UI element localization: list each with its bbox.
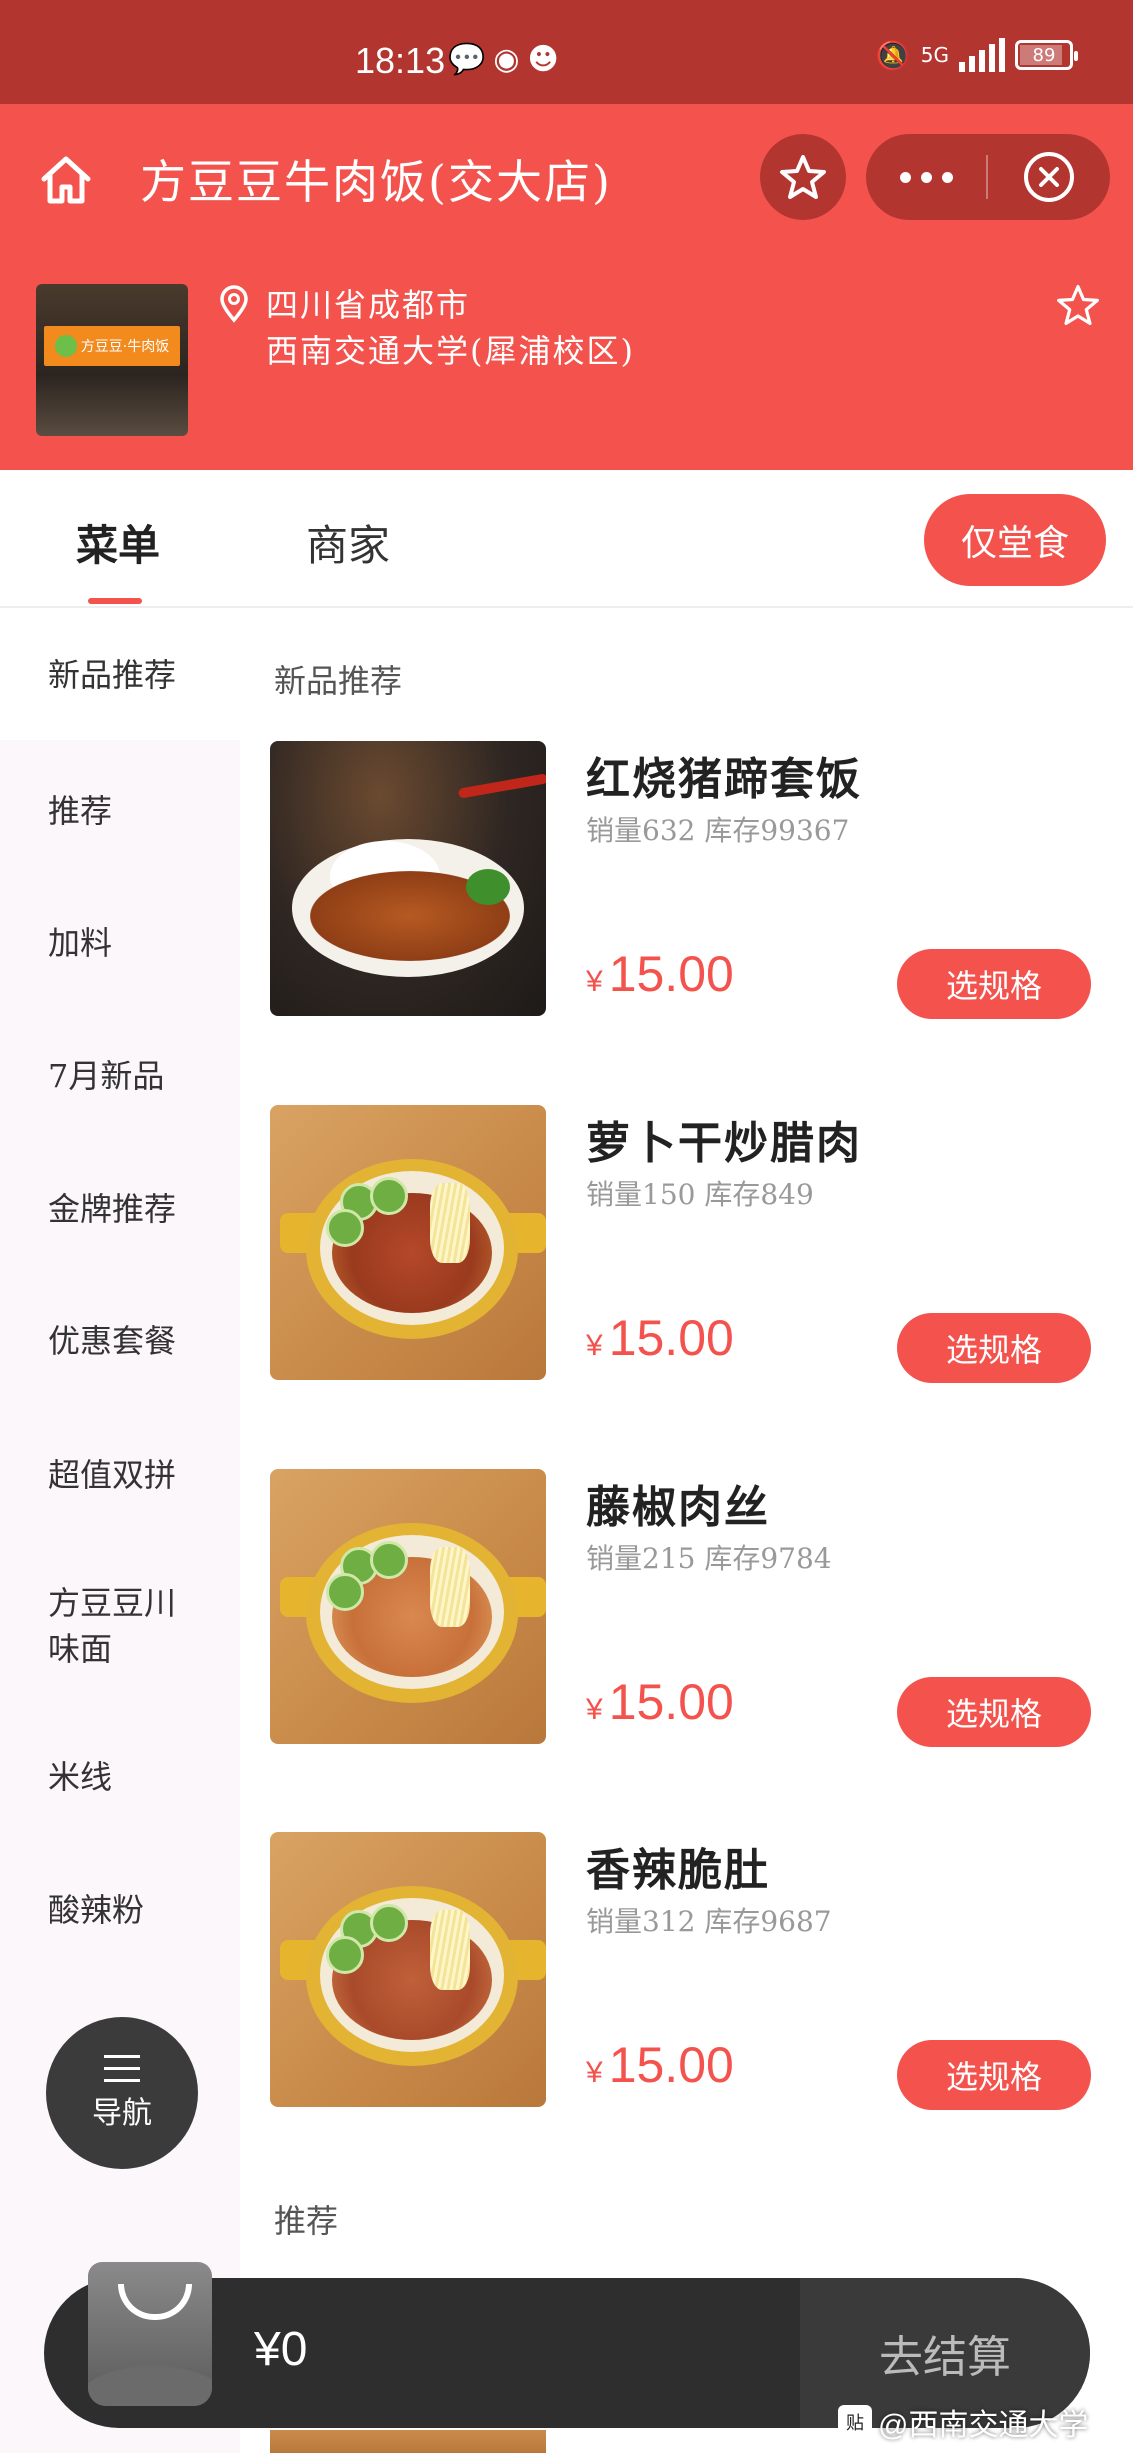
sidebar-item-gold[interactable]: 金牌推荐	[48, 1186, 228, 1232]
food-image	[270, 1105, 546, 1380]
menu-item[interactable]: 香辣脆肚 销量312 库存9687 ¥15.00 选规格	[270, 1832, 1110, 2110]
message-icon: 💬	[448, 42, 494, 77]
home-icon[interactable]	[36, 149, 96, 209]
cart-total: ¥0	[254, 2323, 308, 2376]
network-type: 5G	[920, 43, 949, 67]
section-title: 推荐	[274, 2202, 339, 2240]
battery-icon: 89	[1015, 40, 1078, 70]
sidebar-item-july-new[interactable]: 7月新品	[48, 1053, 228, 1099]
menu-lines-icon	[104, 2054, 140, 2082]
item-price: ¥15.00	[586, 946, 734, 1002]
food-image-partial	[270, 2430, 546, 2453]
select-spec-button[interactable]: 选规格	[897, 1677, 1091, 1747]
item-name: 萝卜干炒腊肉	[586, 1118, 862, 1169]
item-stats: 销量312 库存9687	[586, 1905, 832, 1938]
select-spec-button[interactable]: 选规格	[897, 949, 1091, 1019]
item-stats: 销量632 库存99367	[586, 814, 850, 847]
store-title: 方豆豆牛肉饭(交大店)	[140, 155, 612, 209]
tab-active-indicator	[88, 598, 142, 604]
address-line-2: 西南交通大学(犀浦校区)	[266, 332, 635, 370]
select-spec-button[interactable]: 选规格	[897, 1313, 1091, 1383]
star-icon	[780, 155, 826, 199]
bell-muted-icon: 🔕	[875, 38, 911, 72]
location-pin-icon	[214, 284, 254, 324]
signal-icon	[959, 38, 1005, 72]
item-name: 香辣脆肚	[586, 1845, 770, 1896]
tab-menu[interactable]: 菜单	[76, 512, 160, 573]
category-sidebar: 新品推荐 推荐 加料 7月新品 金牌推荐 优惠套餐 超值双拼 方豆豆川味面 米线…	[0, 610, 240, 2453]
sidebar-item-hot-sour[interactable]: 酸辣粉	[48, 1887, 228, 1933]
item-stats: 销量215 库存9784	[586, 1542, 832, 1575]
nav-label: 导航	[92, 2095, 152, 2131]
menu-item[interactable]: 藤椒肉丝 销量215 库存9784 ¥15.00 选规格	[270, 1469, 1110, 1747]
address-line-1: 四川省成都市	[266, 286, 471, 324]
sidebar-item-recommend[interactable]: 推荐	[48, 788, 228, 834]
tab-bar: 菜单 商家 仅堂食	[0, 470, 1133, 608]
section-title: 新品推荐	[274, 662, 403, 700]
nav-button[interactable]: 导航	[46, 2017, 198, 2169]
notification-icons: 💬◉☻	[448, 42, 567, 77]
miniprogram-capsule	[866, 134, 1110, 220]
item-price: ¥15.00	[586, 1674, 734, 1730]
watermark: 贴 @西南交通大学	[838, 2400, 1088, 2444]
item-stats: 销量150 库存849	[586, 1178, 814, 1211]
sidebar-item-noodles[interactable]: 方豆豆川味面	[48, 1580, 198, 1672]
sidebar-item-addons[interactable]: 加料	[48, 920, 228, 966]
sidebar-item-new[interactable]: 新品推荐	[0, 610, 240, 740]
favorite-button[interactable]	[760, 134, 846, 220]
menu-item[interactable]: 萝卜干炒腊肉 销量150 库存849 ¥15.00 选规格	[270, 1105, 1110, 1383]
wechat-icon: ◉	[493, 42, 528, 77]
food-image	[270, 741, 546, 1016]
sidebar-item-double[interactable]: 超值双拼	[48, 1452, 228, 1498]
store-favorite-star-icon[interactable]	[1055, 282, 1101, 328]
close-icon	[1024, 152, 1074, 202]
item-name: 红烧猪蹄套饭	[586, 754, 862, 805]
store-header: 方豆豆牛肉饭(交大店) 方豆豆·牛肉饭 四川省成都市 西南交通大学(犀浦校区)	[0, 104, 1133, 470]
menu-item[interactable]: 红烧猪蹄套饭 销量632 库存99367 ¥15.00 选规格	[270, 741, 1110, 1019]
shopping-bag-icon[interactable]	[88, 2262, 212, 2406]
watermark-text: @西南交通大学	[878, 2409, 1089, 2442]
sidebar-item-rice-noodle[interactable]: 米线	[48, 1754, 228, 1800]
tieba-logo-icon: 贴	[838, 2405, 872, 2439]
item-price: ¥15.00	[586, 2037, 734, 2093]
status-time: 18:13	[355, 40, 446, 81]
select-spec-button[interactable]: 选规格	[897, 2040, 1091, 2110]
battery-level: 89	[1032, 44, 1056, 66]
store-photo: 方豆豆·牛肉饭	[36, 284, 188, 436]
alien-icon: ☻	[527, 42, 567, 77]
tab-merchant[interactable]: 商家	[306, 512, 390, 573]
more-button[interactable]	[866, 134, 986, 220]
dine-in-only-button[interactable]: 仅堂食	[924, 494, 1106, 586]
item-name: 藤椒肉丝	[586, 1482, 770, 1533]
food-image	[270, 1469, 546, 1744]
food-image	[270, 1832, 546, 2107]
status-bar: 18:13 💬◉☻ 🔕 5G 89	[0, 0, 1133, 104]
close-button[interactable]	[988, 134, 1110, 220]
status-right: 🔕 5G 89	[875, 38, 1078, 72]
item-price: ¥15.00	[586, 1310, 734, 1366]
sidebar-item-combo[interactable]: 优惠套餐	[48, 1318, 228, 1364]
